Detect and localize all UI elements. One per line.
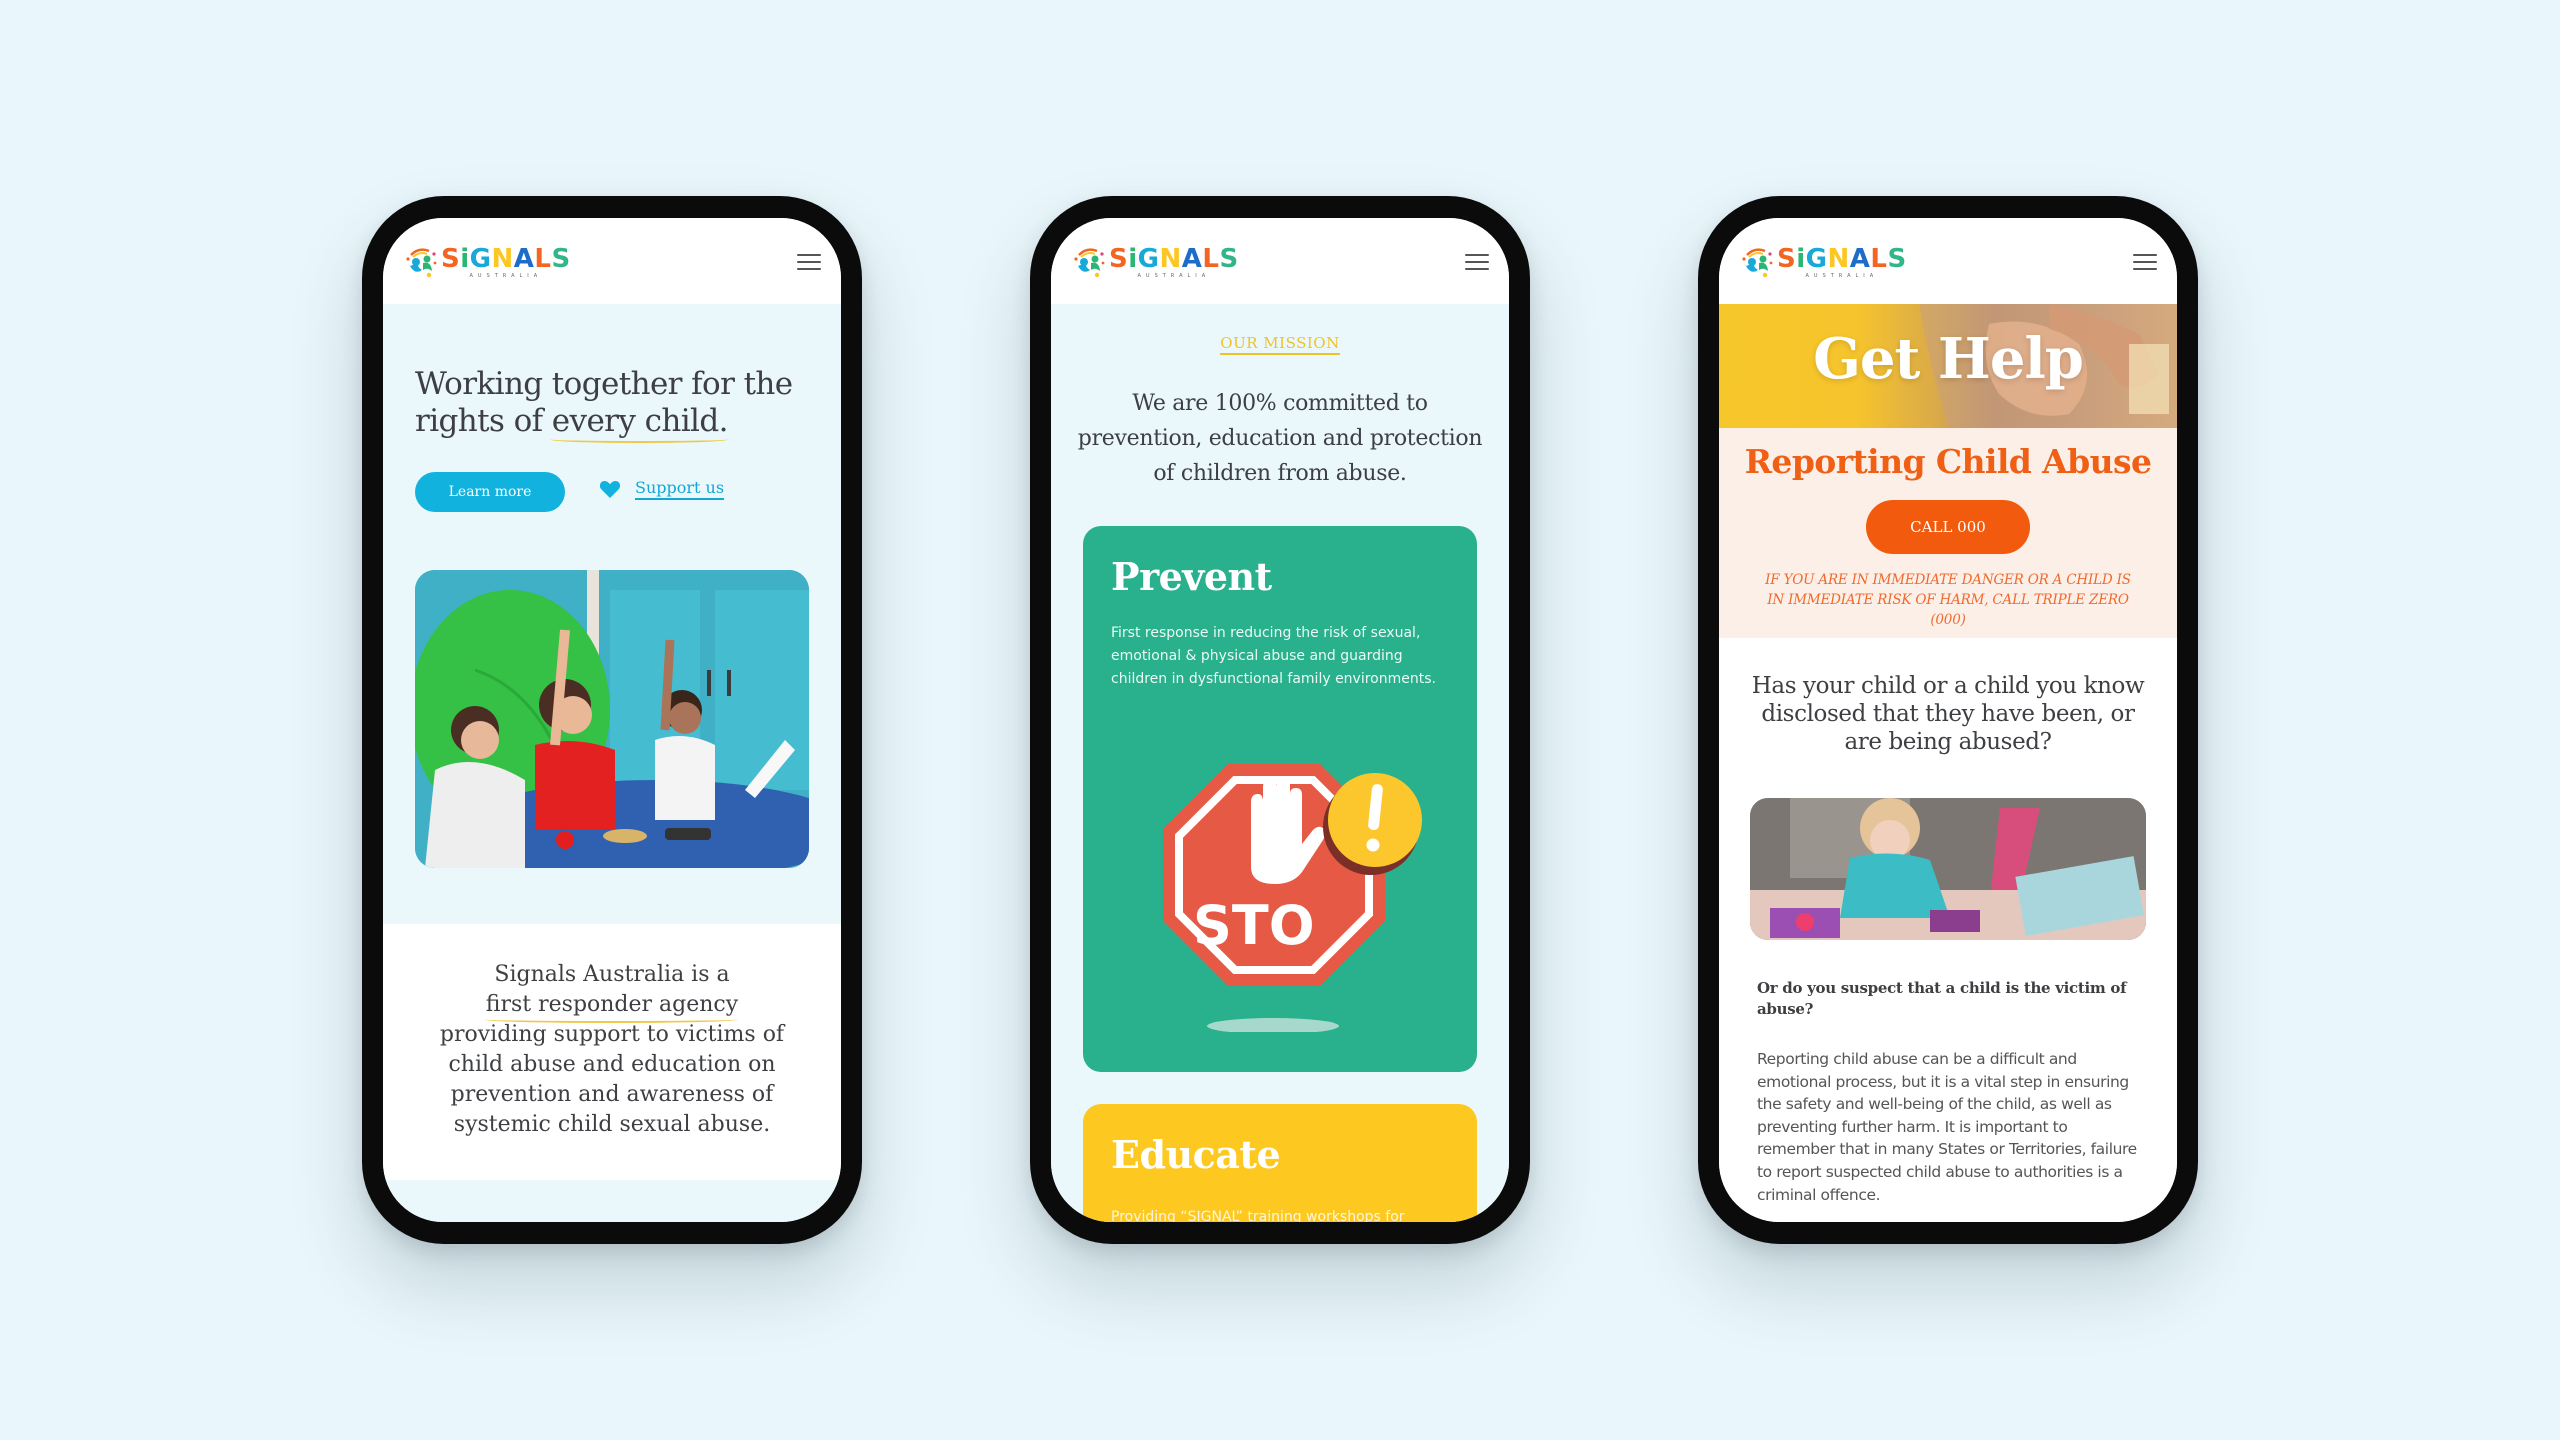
signals-logo-icon [406, 248, 437, 278]
hero-title-highlight: every child. [549, 403, 728, 443]
hero-section: Working together for the rights of every… [383, 304, 841, 924]
mission-label-text: OUR MISSION [1220, 334, 1340, 355]
about-highlight: first responder agency [483, 990, 739, 1023]
card-title: Educate [1111, 1132, 1281, 1177]
logo-letter: S [1887, 243, 1907, 274]
disclosure-question: Has your child or a child you know discl… [1751, 673, 2145, 755]
hamburger-menu-icon[interactable] [1465, 254, 1489, 270]
mission-statement: We are 100% committed to prevention, edu… [1077, 391, 1483, 486]
logo-letter: i [1796, 243, 1806, 274]
mission-section: OUR MISSION We are 100% committed to pre… [1051, 304, 1509, 1222]
mission-label: OUR MISSION [1051, 334, 1509, 355]
reporting-title: Reporting Child Abuse [1744, 442, 2152, 481]
site-header: SiGNALS AUSTRALIA [1051, 218, 1509, 304]
emergency-warning: IF YOU ARE IN IMMEDIATE DANGER OR A CHIL… [1765, 572, 2131, 628]
section-divider [383, 1180, 841, 1222]
call-000-button[interactable]: CALL 000 [1866, 500, 2030, 554]
about-rest: providing support to victims of child ab… [439, 1022, 785, 1137]
logo-letter: S [1219, 243, 1239, 274]
card-title: Prevent [1111, 554, 1272, 599]
get-help-title: Get Help [1813, 326, 2084, 392]
reporting-paragraph: Reporting child abuse can be a difficult… [1757, 1050, 2137, 1204]
card-text: First response in reducing the risk of s… [1111, 625, 1436, 687]
phone-mockup-mission: SiGNALS AUSTRALIA OUR MISSION We are 100… [1030, 196, 1530, 1244]
about-line-1: Signals Australia is a [494, 962, 730, 987]
signals-logo-icon [1742, 248, 1773, 278]
logo-letter: S [1109, 243, 1129, 274]
hamburger-menu-icon[interactable] [2133, 254, 2157, 270]
logo-subtitle: AUSTRALIA [1805, 272, 1879, 279]
about-text: Signals Australia is a first responder a… [423, 960, 801, 1140]
signals-logo-icon [1074, 248, 1105, 278]
phone-screen: SiGNALS AUSTRALIA Get Help Reporting Chi… [1719, 218, 2177, 1222]
stop-sign-text: STO [1193, 894, 1315, 957]
phone-mockup-home: SiGNALS AUSTRALIA Working together for t… [362, 196, 862, 1244]
photo-illustration [1750, 798, 2146, 940]
educate-card[interactable]: Educate Providing “SIGNAL” training work… [1083, 1104, 1477, 1222]
site-header: SiGNALS AUSTRALIA [383, 218, 841, 304]
get-help-banner: Get Help [1719, 304, 2177, 428]
logo-letter: G [469, 243, 492, 274]
photo-illustration [415, 570, 809, 868]
reporting-section: Reporting Child Abuse CALL 000 IF YOU AR… [1719, 428, 2177, 638]
phone-mockup-get-help: SiGNALS AUSTRALIA Get Help Reporting Chi… [1698, 196, 2198, 1244]
logo-letters: SiGNALS [1109, 246, 1239, 272]
stop-sign-illustration: STO [1163, 764, 1422, 1032]
logo-subtitle: AUSTRALIA [1137, 272, 1211, 279]
logo-letter: N [1827, 243, 1850, 274]
logo-letter: N [1159, 243, 1182, 274]
logo-letter: A [513, 243, 535, 274]
logo-letter: i [1128, 243, 1138, 274]
logo-letter: N [491, 243, 514, 274]
logo-letter: i [460, 243, 470, 274]
hero-title: Working together for the rights of every… [415, 366, 815, 443]
support-us-label: Support us [635, 478, 725, 500]
logo-wordmark: SiGNALS AUSTRALIA [1109, 246, 1239, 279]
support-us-link[interactable]: Support us [599, 478, 725, 500]
logo-wordmark: SiGNALS AUSTRALIA [441, 246, 571, 279]
logo-letter: S [1777, 243, 1797, 274]
logo-letter: L [1870, 243, 1888, 274]
logo-letter: L [1202, 243, 1220, 274]
logo-letter: A [1181, 243, 1203, 274]
logo-letters: SiGNALS [1777, 246, 1907, 272]
site-header: SiGNALS AUSTRALIA [1719, 218, 2177, 304]
site-logo[interactable]: SiGNALS AUSTRALIA [1741, 242, 1907, 282]
site-logo[interactable]: SiGNALS AUSTRALIA [1073, 242, 1239, 282]
logo-letter: G [1137, 243, 1160, 274]
about-section: Signals Australia is a first responder a… [383, 924, 841, 1180]
logo-wordmark: SiGNALS AUSTRALIA [1777, 246, 1907, 279]
logo-letter: S [551, 243, 571, 274]
logo-letter: A [1849, 243, 1871, 274]
phone-screen: SiGNALS AUSTRALIA OUR MISSION We are 100… [1051, 218, 1509, 1222]
learn-more-button[interactable]: Learn more [415, 472, 565, 512]
logo-letter: L [534, 243, 552, 274]
card-text: Providing “SIGNAL” training workshops fo… [1111, 1209, 1405, 1222]
toddler-reading-photo [1750, 798, 2146, 940]
logo-letters: SiGNALS [441, 246, 571, 272]
disclosure-section: Has your child or a child you know discl… [1719, 638, 2177, 1222]
site-logo[interactable]: SiGNALS AUSTRALIA [405, 242, 571, 282]
children-classroom-photo [415, 570, 809, 868]
hamburger-menu-icon[interactable] [797, 254, 821, 270]
logo-letter: S [441, 243, 461, 274]
phone-screen: SiGNALS AUSTRALIA Working together for t… [383, 218, 841, 1222]
logo-subtitle: AUSTRALIA [469, 272, 543, 279]
logo-letter: G [1805, 243, 1828, 274]
heart-icon [599, 481, 621, 498]
prevent-card[interactable]: Prevent First response in reducing the r… [1083, 526, 1477, 1072]
suspect-question: Or do you suspect that a child is the vi… [1757, 979, 2127, 1018]
